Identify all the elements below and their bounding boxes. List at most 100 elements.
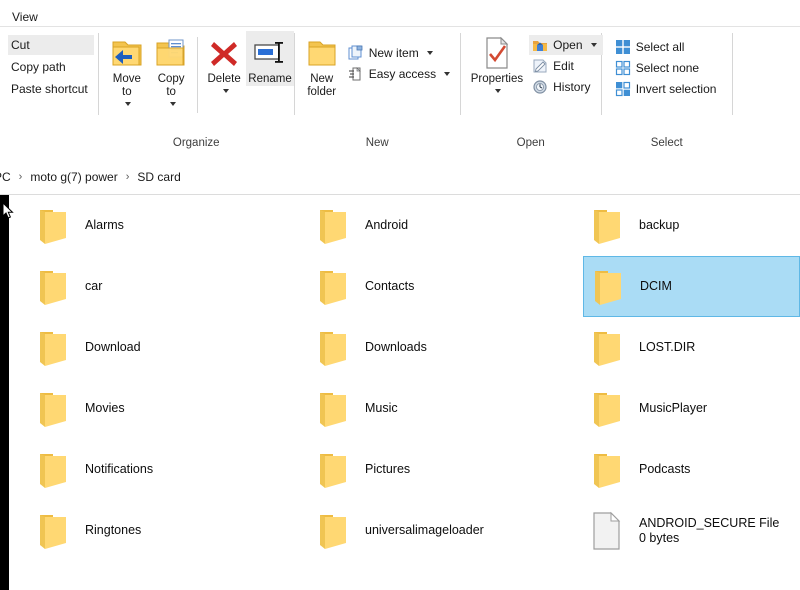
folder-icon: [37, 206, 69, 246]
item-label: ANDROID_SECURE File 0 bytes: [639, 516, 779, 546]
file-column-1: Alarms car Download Movies Notifications…: [29, 195, 310, 561]
list-item[interactable]: Movies: [29, 378, 310, 439]
folder-icon: [317, 328, 349, 368]
new-item-button[interactable]: New item: [345, 43, 456, 63]
properties-button[interactable]: Properties: [469, 31, 525, 96]
clipboard-paste-shortcut-button[interactable]: Paste shortcut: [8, 79, 94, 99]
list-item[interactable]: Pictures: [309, 439, 590, 500]
list-item-selected[interactable]: DCIM: [583, 256, 800, 317]
file-name-text: ANDROID_SECURE File: [639, 515, 780, 530]
select-none-button[interactable]: Select none: [612, 58, 723, 78]
folder-icon: [317, 511, 349, 551]
list-item[interactable]: ANDROID_SECURE File 0 bytes: [583, 500, 800, 561]
item-label: Contacts: [365, 279, 415, 293]
breadcrumb[interactable]: PC › moto g(7) power › SD card: [0, 168, 185, 186]
folder-icon: [592, 267, 624, 307]
delete-label: Delete: [207, 73, 241, 85]
ribbon-tab-strip: View: [0, 0, 800, 26]
properties-caret[interactable]: [492, 86, 502, 96]
item-label: Podcasts: [639, 462, 691, 476]
list-item[interactable]: Podcasts: [583, 439, 800, 500]
item-label: universalimageloader: [365, 523, 484, 537]
copy-to-caret[interactable]: [167, 99, 176, 109]
item-label: LOST.DIR: [639, 340, 696, 354]
easy-access-label: Easy access: [368, 67, 437, 81]
ribbon: Cut Copy path Paste shortcut Move to Cop…: [0, 26, 800, 161]
breadcrumb-item-pc[interactable]: PC: [0, 168, 15, 186]
group-label-organize: Organize: [172, 137, 220, 149]
invert-selection-button[interactable]: Invert selection: [612, 79, 723, 99]
move-to-caret[interactable]: [122, 99, 132, 109]
invert-selection-icon: [615, 81, 631, 97]
address-bar[interactable]: PC › moto g(7) power › SD card: [0, 160, 800, 195]
list-item[interactable]: MusicPlayer: [583, 378, 800, 439]
navigation-pane-edge[interactable]: [0, 195, 14, 590]
easy-access-caret-icon[interactable]: [444, 72, 451, 76]
breadcrumb-item-sd-card[interactable]: SD card: [133, 168, 184, 186]
open-folder-icon: [532, 37, 548, 53]
item-label: backup: [639, 218, 680, 232]
delete-x-icon: [209, 35, 239, 71]
list-item[interactable]: Download: [29, 317, 310, 378]
move-to-icon: [110, 35, 144, 71]
open-label: Open: [553, 38, 583, 52]
history-label: History: [553, 80, 591, 94]
breadcrumb-item-device[interactable]: moto g(7) power: [26, 168, 121, 186]
list-item[interactable]: Notifications: [29, 439, 310, 500]
file-list-area[interactable]: Alarms car Download Movies Notifications…: [0, 195, 800, 590]
properties-label: Properties: [470, 73, 524, 85]
new-item-caret-icon[interactable]: [426, 51, 433, 55]
new-folder-icon: [305, 35, 339, 71]
list-item[interactable]: car: [29, 256, 310, 317]
group-label-new: New: [365, 137, 389, 149]
list-item[interactable]: Contacts: [309, 256, 590, 317]
copy-to-icon: [154, 35, 188, 71]
new-folder-button[interactable]: New folder: [303, 31, 341, 99]
item-label: Music: [365, 401, 398, 415]
list-item[interactable]: Alarms: [29, 195, 310, 256]
item-label: car: [85, 279, 103, 293]
edit-label: Edit: [553, 59, 574, 73]
list-item[interactable]: backup: [583, 195, 800, 256]
ribbon-area: View Cut Copy path Paste shortcut Move t…: [0, 0, 800, 161]
easy-access-icon: [348, 66, 364, 82]
new-folder-label: New folder: [307, 73, 337, 98]
list-item[interactable]: Android: [309, 195, 590, 256]
item-label: MusicPlayer: [639, 401, 708, 415]
select-all-button[interactable]: Select all: [612, 37, 723, 57]
clipboard-cut-button[interactable]: Cut: [8, 35, 94, 55]
tab-view[interactable]: View: [8, 8, 48, 26]
clipboard-copy-path-button[interactable]: Copy path: [8, 57, 94, 77]
copy-to-button[interactable]: Copy to: [149, 31, 193, 109]
open-button[interactable]: Open: [529, 35, 603, 55]
item-label: DCIM: [640, 279, 672, 293]
list-item[interactable]: universalimageloader: [309, 500, 590, 561]
rename-label: Rename: [248, 73, 292, 85]
list-item[interactable]: Ringtones: [29, 500, 310, 561]
file-column-3: backup DCIM LOST.DIR MusicPlayer Podcast…: [583, 195, 800, 561]
rename-button[interactable]: Rename: [246, 31, 294, 86]
item-label: Android: [365, 218, 409, 232]
ribbon-group-clipboard: Cut Copy path Paste shortcut: [0, 27, 98, 137]
item-label: Pictures: [365, 462, 411, 476]
easy-access-button[interactable]: Easy access: [345, 64, 456, 84]
breadcrumb-separator-icon: ›: [18, 171, 23, 183]
item-label: Ringtones: [85, 523, 142, 537]
breadcrumb-separator-icon-2: ›: [125, 171, 130, 183]
list-item[interactable]: Music: [309, 378, 590, 439]
invert-selection-label: Invert selection: [635, 82, 717, 96]
delete-button[interactable]: Delete: [202, 31, 246, 96]
history-button[interactable]: History: [529, 77, 602, 97]
move-to-button[interactable]: Move to: [105, 31, 149, 109]
new-item-icon: [348, 45, 364, 61]
group-label-select: Select: [650, 137, 683, 149]
new-item-label: New item: [368, 46, 419, 60]
edit-button[interactable]: Edit: [529, 56, 602, 76]
open-caret-icon[interactable]: [590, 43, 597, 47]
list-item[interactable]: LOST.DIR: [583, 317, 800, 378]
copy-to-label: Copy to: [157, 73, 185, 98]
delete-caret[interactable]: [220, 86, 229, 96]
list-item[interactable]: Downloads: [309, 317, 590, 378]
folder-icon: [317, 450, 349, 490]
file-column-2: Android Contacts Downloads Music Picture…: [309, 195, 590, 561]
